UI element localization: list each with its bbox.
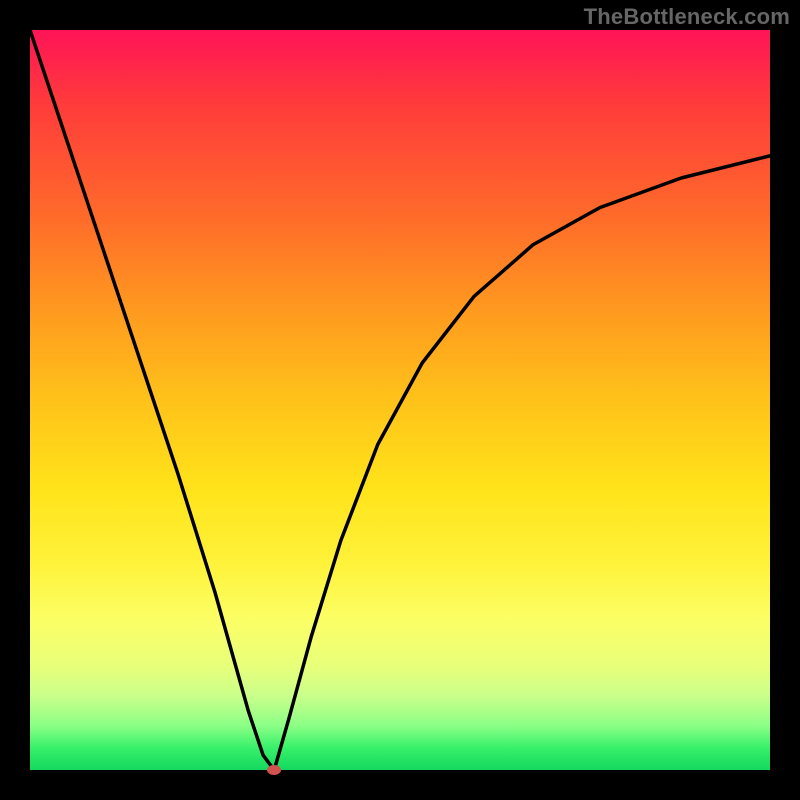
watermark-text: TheBottleneck.com <box>584 4 790 30</box>
minimum-marker <box>267 765 281 775</box>
chart-frame: TheBottleneck.com <box>0 0 800 800</box>
bottleneck-curve <box>30 30 770 770</box>
plot-area <box>30 30 770 770</box>
